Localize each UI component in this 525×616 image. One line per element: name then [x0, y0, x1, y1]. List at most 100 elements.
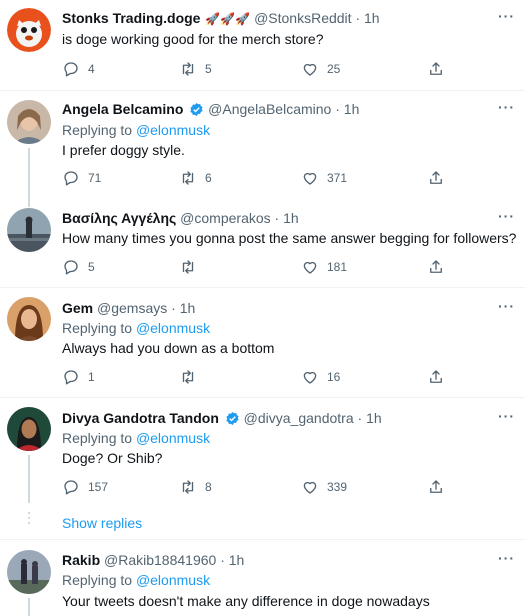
- like-button[interactable]: 16: [301, 367, 340, 387]
- display-name[interactable]: Gem: [62, 300, 93, 316]
- user-handle[interactable]: @AngelaBelcamino: [208, 101, 331, 117]
- reply-count: 1: [88, 370, 95, 384]
- like-button[interactable]: 25: [301, 59, 340, 79]
- tweet-text: Doge? Or Shib?: [62, 450, 163, 466]
- reply-icon: [64, 480, 78, 495]
- mention-link[interactable]: @elonmusk: [136, 122, 210, 138]
- retweet-icon: [182, 260, 194, 274]
- timestamp[interactable]: 1h: [366, 410, 382, 426]
- show-replies-link[interactable]: Show replies: [62, 515, 142, 531]
- more-options-icon[interactable]: ···: [498, 99, 515, 115]
- like-button[interactable]: 339: [301, 477, 347, 497]
- mention-link[interactable]: @elonmusk: [136, 430, 210, 446]
- display-name[interactable]: Rakib: [62, 552, 100, 568]
- retweet-button[interactable]: 8: [179, 477, 212, 497]
- retweet-button[interactable]: 6: [179, 168, 212, 188]
- share-icon: [430, 260, 442, 273]
- mention-link[interactable]: @elonmusk: [136, 572, 210, 588]
- reply-icon: [64, 171, 78, 186]
- like-count: 181: [327, 260, 348, 274]
- reply-icon: [64, 370, 78, 385]
- share-icon: [430, 171, 442, 184]
- user-handle[interactable]: @comperakos: [180, 210, 270, 226]
- more-options-icon[interactable]: ···: [498, 208, 515, 224]
- tweet-header: Βασίλης Αγγέλης @comperakos · 1h: [62, 209, 299, 227]
- reply-icon: [64, 62, 78, 77]
- reply-button[interactable]: 157: [62, 477, 108, 497]
- display-name[interactable]: Angela Belcamino: [62, 101, 183, 117]
- user-handle[interactable]: @gemsays: [97, 300, 167, 316]
- tweet-header: Divya Gandotra Tandon @divya_gandotra · …: [62, 409, 382, 427]
- thread-line: [28, 148, 30, 199]
- more-options-icon[interactable]: ···: [498, 8, 515, 24]
- share-button[interactable]: [427, 168, 445, 188]
- avatar[interactable]: [7, 297, 51, 341]
- retweet-button[interactable]: [179, 367, 205, 387]
- tweet-text: Your tweets doesn't make any difference …: [62, 593, 430, 609]
- tweet-header: Stonks Trading.doge 🚀🚀🚀 @StonksReddit · …: [62, 9, 380, 28]
- heart-icon: [303, 371, 317, 384]
- user-handle[interactable]: @divya_gandotra: [244, 410, 354, 426]
- share-button[interactable]: [427, 477, 445, 497]
- like-count: 371: [327, 171, 348, 185]
- display-name[interactable]: Divya Gandotra Tandon: [62, 410, 219, 426]
- tweet-divya[interactable]: Divya Gandotra Tandon @divya_gandotra · …: [0, 398, 525, 539]
- display-name[interactable]: Βασίλης Αγγέλης: [62, 210, 176, 226]
- more-options-icon[interactable]: ···: [498, 298, 515, 314]
- reply-count: 71: [88, 171, 102, 185]
- timestamp[interactable]: 1h: [364, 10, 380, 26]
- tweet-actions: 71 6 371: [62, 168, 462, 188]
- reply-count: 5: [88, 260, 95, 274]
- share-button[interactable]: [427, 257, 445, 277]
- tweet-rakib[interactable]: Rakib @Rakib18841960 · 1h ··· Replying t…: [0, 540, 525, 616]
- reply-button[interactable]: 5: [62, 257, 95, 277]
- tweet-actions: 157 8 339: [62, 477, 462, 497]
- tweet-text: is doge working good for the merch store…: [62, 31, 324, 47]
- replying-prefix: Replying to: [62, 320, 133, 336]
- user-handle[interactable]: @StonksReddit: [254, 10, 351, 26]
- timestamp[interactable]: 1h: [180, 300, 196, 316]
- user-handle[interactable]: @Rakib18841960: [104, 552, 216, 568]
- more-options-icon[interactable]: ···: [498, 550, 515, 566]
- more-options-icon[interactable]: ···: [498, 408, 515, 424]
- like-button[interactable]: 371: [301, 168, 347, 188]
- reply-count: 157: [88, 480, 109, 494]
- reply-button[interactable]: 71: [62, 168, 101, 188]
- tweet-text: I prefer doggy style.: [62, 142, 185, 158]
- like-button[interactable]: 181: [301, 257, 347, 277]
- retweet-button[interactable]: 5: [179, 59, 212, 79]
- tweet-gem[interactable]: Gem @gemsays · 1h ··· Replying to @elonm…: [0, 288, 525, 397]
- timestamp[interactable]: 1h: [344, 101, 360, 117]
- reply-button[interactable]: 4: [62, 59, 95, 79]
- replying-to: Replying to @elonmusk: [62, 429, 210, 447]
- tweet-text: How many times you gonna post the same a…: [62, 230, 517, 246]
- like-count: 25: [327, 62, 341, 76]
- avatar[interactable]: [7, 100, 51, 144]
- share-button[interactable]: [427, 367, 445, 387]
- share-button[interactable]: [427, 59, 445, 79]
- tweet-angela[interactable]: Angela Belcamino @AngelaBelcamino · 1h ·…: [0, 91, 525, 199]
- display-name[interactable]: Stonks Trading.doge: [62, 10, 200, 26]
- avatar[interactable]: [7, 407, 51, 451]
- avatar[interactable]: [7, 8, 51, 52]
- retweet-button[interactable]: [179, 257, 205, 277]
- avatar[interactable]: [7, 208, 51, 252]
- share-icon: [430, 480, 442, 493]
- tweet-header: Gem @gemsays · 1h: [62, 299, 195, 317]
- retweet-count: 6: [205, 171, 212, 185]
- avatar[interactable]: [7, 550, 51, 594]
- verified-badge-icon: [190, 102, 203, 117]
- timestamp[interactable]: 1h: [229, 552, 245, 568]
- replying-to: Replying to @elonmusk: [62, 319, 210, 337]
- thread-line: [28, 455, 30, 503]
- tweet-stonks[interactable]: Stonks Trading.doge 🚀🚀🚀 @StonksReddit · …: [0, 0, 525, 90]
- tweet-vasilis[interactable]: Βασίλης Αγγέλης @comperakos · 1h ··· How…: [0, 199, 525, 287]
- retweet-icon: [182, 171, 194, 185]
- timestamp[interactable]: 1h: [283, 210, 299, 226]
- reply-button[interactable]: 1: [62, 367, 95, 387]
- separator-dot: ·: [331, 101, 344, 117]
- mention-link[interactable]: @elonmusk: [136, 320, 210, 336]
- retweet-icon: [182, 480, 194, 494]
- replying-prefix: Replying to: [62, 572, 133, 588]
- separator-dot: ·: [216, 552, 229, 568]
